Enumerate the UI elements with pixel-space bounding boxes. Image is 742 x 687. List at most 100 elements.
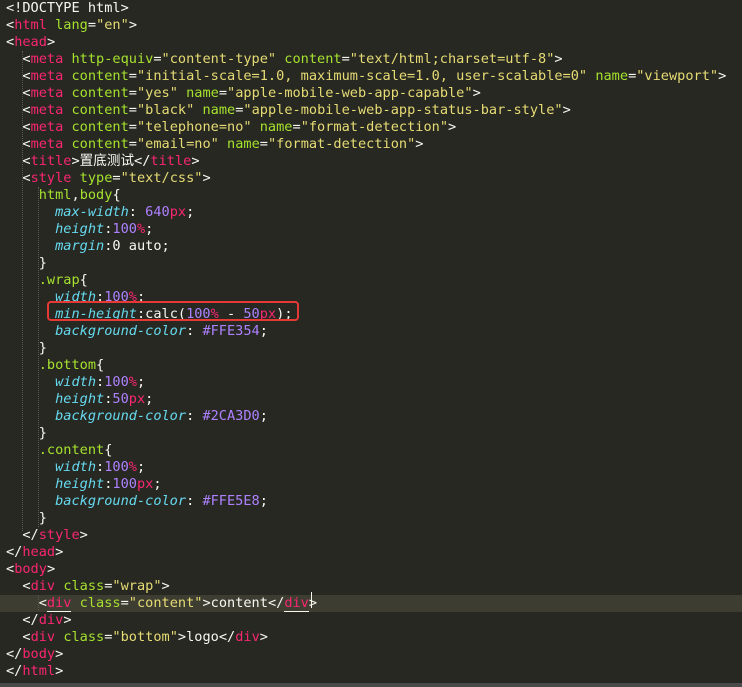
code-token: width (55, 289, 97, 305)
code-token: px (128, 391, 146, 407)
code-editor[interactable]: <!DOCTYPE html> <html lang="en"> <head> <m… (0, 0, 742, 687)
code-line[interactable]: } (0, 340, 742, 357)
code-token: "initial-scale=1.0, maximum-scale=1.0, u… (136, 68, 588, 84)
code-token: background-color (55, 408, 187, 424)
code-line[interactable]: <meta http-equiv="content-type" content=… (0, 51, 742, 68)
code-line[interactable]: width:100%; (0, 459, 742, 476)
code-token: < (6, 578, 31, 594)
code-line[interactable]: } (0, 425, 742, 442)
code-line[interactable]: html,body{ (0, 187, 742, 204)
code-token: 置底测试 (79, 153, 135, 169)
code-token: } (6, 255, 47, 271)
code-token: "viewport" (636, 68, 719, 84)
code-line[interactable]: </div> (0, 612, 742, 629)
code-line[interactable]: .wrap{ (0, 272, 742, 289)
code-line[interactable]: } (0, 255, 742, 272)
code-token: = (128, 119, 137, 135)
code-line[interactable]: <!DOCTYPE html> (0, 0, 742, 17)
code-token: : (128, 204, 146, 220)
code-line[interactable]: .bottom{ (0, 357, 742, 374)
code-line[interactable]: height:50px; (0, 391, 742, 408)
code-token: = (128, 102, 137, 118)
code-token: :0 auto; (104, 238, 170, 254)
code-line[interactable]: <html lang="en"> (0, 17, 742, 34)
code-token: </ (6, 663, 23, 679)
code-line[interactable]: </html> (0, 663, 742, 680)
code-line[interactable]: <title>置底测试</title> (0, 153, 742, 170)
code-token: ; (136, 374, 146, 390)
code-token: > (63, 612, 72, 628)
code-token: "text/css" (120, 170, 203, 186)
code-token: > (718, 68, 727, 84)
code-line[interactable]: <meta content="telephone=no" name="forma… (0, 119, 742, 136)
code-line[interactable]: <div class="bottom">logo</div> (0, 629, 742, 646)
code-line[interactable]: max-width: 640px; (0, 204, 742, 221)
code-line[interactable]: </head> (0, 544, 742, 561)
code-token: 100 (104, 374, 129, 390)
code-token: #2CA3D0 (202, 408, 260, 424)
code-token: > (202, 170, 211, 186)
code-token: > (415, 136, 424, 152)
code-token: body (79, 187, 113, 203)
code-token: content (71, 85, 129, 101)
code-line[interactable]: <div class="wrap"> (0, 578, 742, 595)
code-token: > (55, 544, 64, 560)
code-line[interactable]: height:100px; (0, 476, 742, 493)
code-token: div (38, 612, 64, 628)
code-line[interactable]: <meta content="yes" name="apple-mobile-w… (0, 85, 742, 102)
code-token: height (55, 476, 105, 492)
code-token: width (55, 374, 97, 390)
code-token: name (595, 68, 629, 84)
code-line[interactable]: background-color: #FFE5E8; (0, 493, 742, 510)
code-line[interactable]: </body> (0, 646, 742, 663)
code-line[interactable]: <meta content="email=no" name="format-de… (0, 136, 742, 153)
code-line[interactable]: </style> (0, 527, 742, 544)
code-line[interactable]: <div class="content">content</div> (0, 595, 742, 612)
code-token: meta (30, 102, 64, 118)
code-line[interactable]: <body> (0, 561, 742, 578)
code-token: content (71, 136, 129, 152)
code-token: "apple-mobile-web-app-status-bar-style" (243, 102, 563, 118)
code-token: ; (259, 408, 268, 424)
code-token: content (284, 51, 342, 67)
code-token: < (6, 153, 31, 169)
code-line[interactable]: <meta content="black" name="apple-mobile… (0, 102, 742, 119)
code-line[interactable]: } (0, 510, 742, 527)
code-token: head (22, 544, 56, 560)
code-line[interactable]: .content{ (0, 442, 742, 459)
code-token: meta (30, 136, 64, 152)
code-token: title (30, 153, 72, 169)
code-token: > (202, 595, 211, 611)
code-line[interactable]: <style type="text/css"> (0, 170, 742, 187)
code-token: = (128, 68, 137, 84)
code-token: < (6, 34, 15, 50)
code-token: <!DOCTYPE html> (6, 0, 129, 16)
code-area[interactable]: <!DOCTYPE html> <html lang="en"> <head> <m… (0, 0, 742, 680)
code-token: > (554, 51, 563, 67)
code-token: 100 (112, 221, 137, 237)
code-line[interactable]: width:100%; (0, 374, 742, 391)
code-token: ; (284, 306, 293, 322)
code-token: = (218, 85, 228, 101)
code-token: % (210, 306, 219, 322)
code-token: > (79, 527, 88, 543)
horizontal-scrollbar[interactable] (0, 683, 742, 687)
code-line[interactable]: background-color: #FFE354; (0, 323, 742, 340)
code-line[interactable]: width:100%; (0, 289, 742, 306)
code-line[interactable]: margin:0 auto; (0, 238, 742, 255)
code-token: < (6, 17, 15, 33)
code-token: name (202, 102, 236, 118)
code-line[interactable]: <head> (0, 34, 742, 51)
code-line[interactable]: min-height:calc(100% - 50px); (0, 306, 742, 323)
code-token: { (104, 442, 113, 458)
code-line[interactable]: <meta content="initial-scale=1.0, maximu… (0, 68, 742, 85)
code-token: </ (218, 629, 236, 645)
code-line[interactable]: background-color: #2CA3D0; (0, 408, 742, 425)
code-line[interactable]: height:100%; (0, 221, 742, 238)
code-token: div (30, 578, 56, 594)
code-token: class (79, 595, 121, 611)
